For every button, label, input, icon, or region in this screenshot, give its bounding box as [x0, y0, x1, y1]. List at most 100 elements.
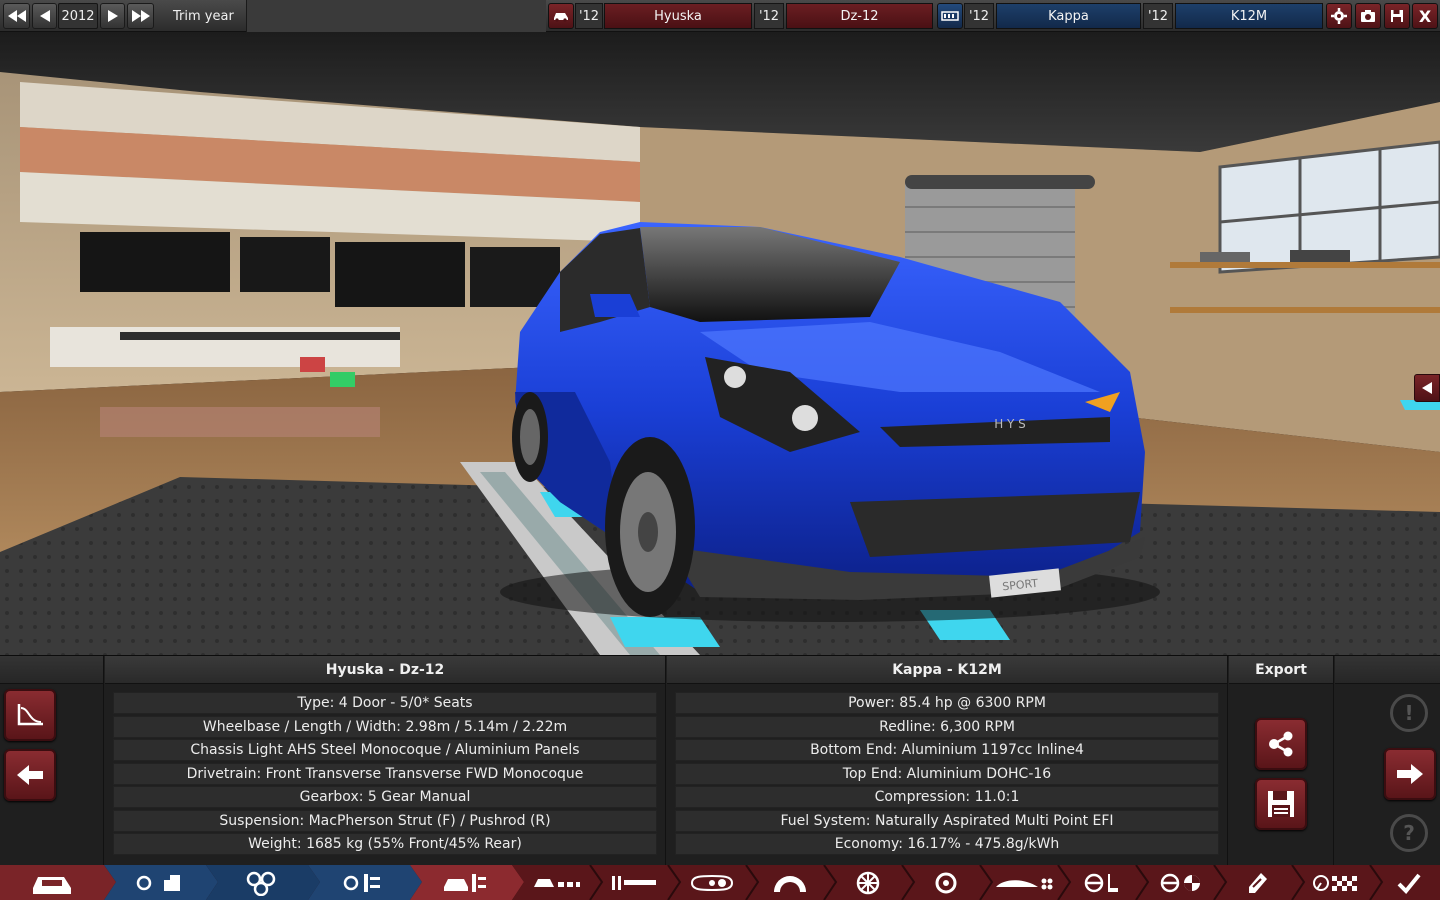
engine-spec-row: Power: 85.4 hp @ 6300 RPM	[675, 692, 1219, 714]
alert-button[interactable]: !	[1390, 694, 1428, 732]
export-column: Export	[1229, 656, 1334, 866]
export-title: Export	[1229, 656, 1333, 684]
left-arrow-icon	[1422, 382, 1432, 394]
nav-tab-engine-family[interactable]	[112, 865, 206, 900]
wheel-icon	[856, 871, 880, 894]
engine-variant-year: '12	[1143, 3, 1173, 29]
left-arrow-icon	[39, 10, 50, 22]
model-year: '12	[575, 3, 603, 29]
nav-tab-suspension[interactable]	[676, 865, 748, 900]
topbar-spacer	[246, 0, 546, 32]
car-icon	[33, 876, 71, 894]
engine-summary-title: Kappa - K12M	[667, 656, 1227, 684]
right-actions: ! ?	[1335, 656, 1440, 866]
nav-tab-wheels[interactable]	[832, 865, 904, 900]
design-stage-nav	[0, 865, 1440, 900]
gauge-icon	[774, 875, 806, 892]
checkmark-icon	[1397, 873, 1421, 894]
steering-seat-icon	[1084, 873, 1118, 892]
save-button[interactable]	[1384, 3, 1410, 29]
chassis-icon	[612, 875, 656, 890]
nav-tab-engine-variant[interactable]	[316, 865, 410, 900]
car-body-icon	[534, 878, 580, 887]
trim-settings-icon	[444, 873, 486, 892]
rug	[100, 407, 380, 437]
help-button[interactable]: ?	[1390, 814, 1428, 852]
nav-tab-safety[interactable]	[1144, 865, 1216, 900]
garage-scene: H Y S SPORT	[0, 32, 1440, 655]
nav-tab-testing[interactable]	[1300, 865, 1372, 900]
screenshot-button[interactable]	[1355, 3, 1381, 29]
engine-variant-field[interactable]: K12M	[1175, 3, 1323, 29]
year-first-button[interactable]	[3, 3, 30, 29]
wall-screen	[335, 242, 465, 307]
car-viewport[interactable]: H Y S SPORT	[0, 32, 1440, 655]
model-spec-row: Type: 4 Door - 5/0* Seats	[113, 692, 657, 714]
nav-tab-chassis[interactable]	[598, 865, 670, 900]
engine-year: '12	[964, 3, 994, 29]
model-spec-row: Weight: 1685 kg (55% Front/45% Rear)	[113, 833, 657, 855]
nav-tab-engine-block[interactable]	[214, 865, 308, 900]
nav-tab-tyres[interactable]	[910, 865, 982, 900]
next-button[interactable]	[1384, 748, 1436, 800]
engine-spec-row: Compression: 11.0:1	[675, 786, 1219, 808]
engine-spec-row: Bottom End: Aluminium 1197cc Inline4	[675, 739, 1219, 761]
shelf	[1170, 307, 1440, 313]
double-right-arrow-icon	[131, 10, 150, 22]
year-value: 2012	[58, 3, 98, 29]
wall-screen	[240, 237, 330, 292]
suspension-icon	[690, 874, 734, 891]
engine-icon	[941, 11, 959, 21]
gear-icon	[1331, 8, 1347, 24]
car-model-icon-button[interactable]	[548, 3, 574, 29]
side-panel-toggle[interactable]	[1414, 374, 1440, 402]
model-make-field[interactable]: Hyuska	[604, 3, 752, 29]
right-actions-header	[1335, 656, 1440, 684]
nav-tab-model[interactable]	[0, 865, 104, 900]
model-summary-title: Hyuska - Dz-12	[105, 656, 665, 684]
engine-parts-icon	[136, 874, 180, 891]
info-panel: Hyuska - Dz-12 Type: 4 Door - 5/0* Seats…	[0, 655, 1440, 866]
aero-icon	[996, 878, 1053, 889]
floppy-disk-icon	[1391, 10, 1403, 22]
model-spec-row: Chassis Light AHS Steel Monocoque / Alum…	[113, 739, 657, 761]
engine-icon-button[interactable]	[937, 3, 963, 29]
year-last-button[interactable]	[127, 3, 154, 29]
close-button[interactable]: X	[1412, 3, 1438, 29]
pistons-icon	[246, 871, 276, 896]
left-actions-header	[0, 656, 103, 684]
nav-tab-body[interactable]	[520, 865, 592, 900]
year-prev-button[interactable]	[32, 3, 57, 29]
nav-tab-brakes[interactable]	[754, 865, 826, 900]
nav-tab-aero[interactable]	[988, 865, 1060, 900]
engine-spec-row: Redline: 6,300 RPM	[675, 715, 1219, 738]
engine-variant-icon	[343, 873, 380, 892]
nav-tab-finish[interactable]	[1378, 865, 1440, 900]
year-next-button[interactable]	[100, 3, 125, 29]
back-button[interactable]	[4, 749, 56, 801]
floppy-disk-icon	[1268, 791, 1294, 817]
nav-tab-paint[interactable]	[1222, 865, 1294, 900]
test-track-icon	[1313, 874, 1357, 891]
share-button[interactable]	[1255, 718, 1307, 770]
right-arrow-icon	[1397, 764, 1423, 784]
model-spec-row: Drivetrain: Front Transverse Transverse …	[113, 762, 657, 785]
shelf	[1170, 262, 1440, 268]
chart-view-button[interactable]	[4, 689, 56, 741]
right-arrow-icon	[107, 10, 118, 22]
engine-family-field[interactable]: Kappa	[996, 3, 1141, 29]
left-arrow-icon	[17, 765, 43, 785]
engine-spec-row: Fuel System: Naturally Aspirated Multi P…	[675, 809, 1219, 832]
share-icon	[1269, 731, 1293, 757]
settings-button[interactable]	[1326, 3, 1352, 29]
engine-summary: Kappa - K12M Power: 85.4 hp @ 6300 RPM R…	[667, 656, 1228, 866]
left-actions	[0, 656, 104, 866]
model-name-field[interactable]: Dz-12	[786, 3, 933, 29]
wall-screen	[80, 232, 230, 292]
double-left-arrow-icon	[7, 10, 26, 22]
engine-spec-row: Economy: 16.17% - 475.8g/kWh	[675, 833, 1219, 855]
model-spec-row: Wheelbase / Length / Width: 2.98m / 5.14…	[113, 715, 657, 738]
nav-tab-interior[interactable]	[1066, 865, 1138, 900]
nav-tab-trim-settings[interactable]	[418, 865, 512, 900]
export-save-button[interactable]	[1255, 778, 1307, 830]
